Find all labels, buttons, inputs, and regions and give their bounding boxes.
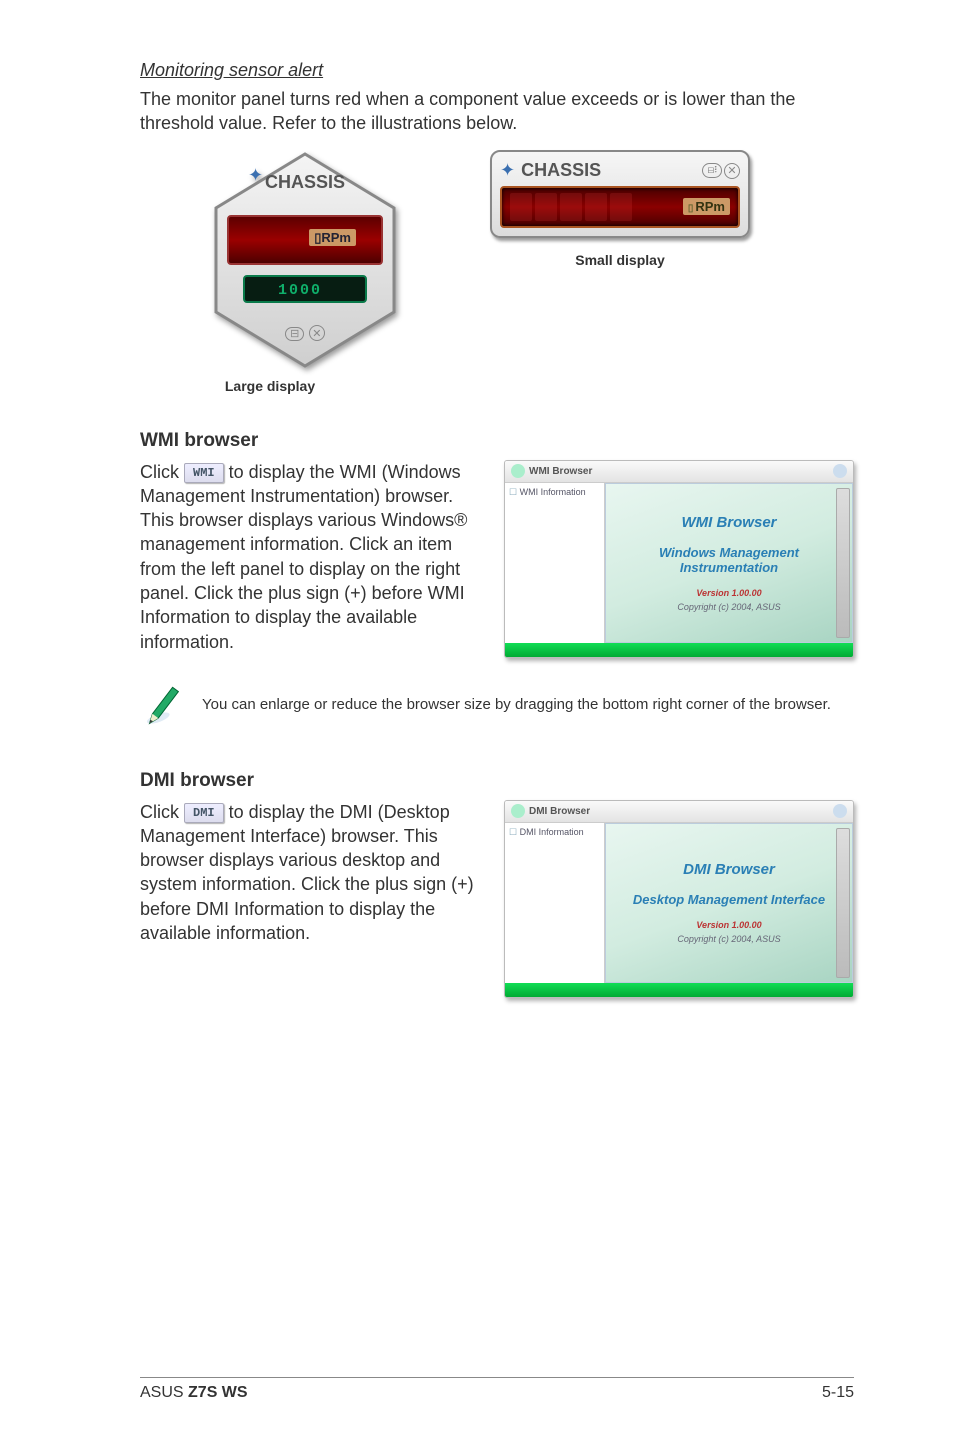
dmi-window-title: DMI Browser	[529, 806, 833, 817]
footer-page-number: 5-15	[822, 1384, 854, 1402]
note-text: You can enlarge or reduce the browser si…	[202, 695, 831, 715]
large-sensor-threshold: 1000	[278, 282, 322, 299]
dmi-version: Version 1.00.00	[696, 920, 761, 930]
small-sensor-unit: RPm	[683, 198, 730, 215]
wmi-text-after: to display the WMI (Windows Management I…	[140, 462, 467, 652]
wmi-content-subtitle: Windows Management Instrumentation	[614, 545, 844, 576]
small-sensor-readout: RPm	[500, 186, 740, 228]
dmi-window-titlebar: DMI Browser	[505, 801, 853, 823]
footer-left: ASUS Z7S WS	[140, 1384, 248, 1402]
dmi-section: Click DMI to display the DMI (Desktop Ma…	[140, 800, 854, 998]
window-resize-footer[interactable]	[505, 983, 853, 997]
wmi-tree-root[interactable]: WMI Information	[509, 487, 600, 498]
wmi-window-titlebar: WMI Browser	[505, 461, 853, 483]
page-footer: ASUS Z7S WS 5-15	[140, 1377, 854, 1402]
large-display-column: ✦ CHASSIS ▯RPm 1000 ⊟ ✕ Large display	[140, 150, 400, 394]
fan-icon: ✦	[500, 160, 515, 181]
small-sensor-widget: ✦ CHASSIS ⊟፧ ✕ RPm	[490, 150, 750, 238]
app-icon	[511, 464, 525, 478]
small-sensor-header: ✦ CHASSIS ⊟፧ ✕	[500, 156, 740, 186]
small-sensor-controls: ⊟፧ ✕	[702, 163, 740, 179]
dmi-description: Click DMI to display the DMI (Desktop Ma…	[140, 800, 474, 946]
wmi-copyright: Copyright (c) 2004, ASUS	[677, 602, 780, 612]
dmi-heading: DMI browser	[140, 770, 854, 792]
wmi-description: Click WMI to display the WMI (Windows Ma…	[140, 460, 474, 654]
large-display-caption: Large display	[225, 378, 315, 394]
dmi-content-title: DMI Browser	[683, 861, 775, 878]
alert-body-text: The monitor panel turns red when a compo…	[140, 87, 854, 136]
wmi-button[interactable]: WMI	[184, 463, 224, 483]
dmi-copyright: Copyright (c) 2004, ASUS	[677, 934, 780, 944]
sensor-displays-row: ✦ CHASSIS ▯RPm 1000 ⊟ ✕ Large display ✦ …	[140, 150, 854, 394]
large-sensor-widget: ✦ CHASSIS ▯RPm 1000 ⊟ ✕	[210, 150, 400, 370]
wmi-window-title: WMI Browser	[529, 466, 833, 477]
wmi-text-before: Click	[140, 462, 184, 482]
wmi-heading: WMI browser	[140, 430, 854, 452]
digit-segments	[510, 193, 675, 221]
wmi-content-title: WMI Browser	[681, 514, 776, 531]
small-display-column: ✦ CHASSIS ⊟፧ ✕ RPm Small display	[490, 150, 750, 268]
small-sensor-label: CHASSIS	[521, 160, 696, 181]
small-display-caption: Small display	[575, 252, 664, 268]
close-icon[interactable]: ✕	[724, 163, 740, 179]
footer-brand: ASUS	[140, 1384, 188, 1401]
wmi-section: Click WMI to display the WMI (Windows Ma…	[140, 460, 854, 658]
window-close-icon[interactable]	[833, 804, 847, 818]
dmi-tree-root[interactable]: DMI Information	[509, 827, 600, 838]
wmi-browser-window: WMI Browser WMI Information WMI Browser …	[504, 460, 854, 658]
wmi-content-panel: WMI Browser Windows Management Instrumen…	[605, 483, 853, 643]
window-resize-footer[interactable]	[505, 643, 853, 657]
dmi-tree-panel[interactable]: DMI Information	[505, 823, 605, 983]
wmi-tree-panel[interactable]: WMI Information	[505, 483, 605, 643]
dmi-content-subtitle: Desktop Management Interface	[633, 892, 825, 908]
note-callout: You can enlarge or reduce the browser si…	[140, 682, 854, 742]
large-sensor-label: CHASSIS	[210, 172, 400, 193]
dmi-text-before: Click	[140, 802, 184, 822]
large-sensor-unit: ▯RPm	[210, 230, 400, 246]
dmi-browser-window: DMI Browser DMI Information DMI Browser …	[504, 800, 854, 998]
wmi-version: Version 1.00.00	[696, 588, 761, 598]
large-sensor-controls: ⊟ ✕	[210, 324, 400, 342]
app-icon	[511, 804, 525, 818]
dmi-content-panel: DMI Browser Desktop Management Interface…	[605, 823, 853, 983]
alert-section-title: Monitoring sensor alert	[140, 60, 854, 81]
pencil-icon	[135, 679, 189, 730]
expand-icon[interactable]: ⊟፧	[702, 163, 722, 178]
collapse-icon[interactable]: ⊟	[285, 327, 304, 341]
dmi-button[interactable]: DMI	[184, 803, 224, 823]
close-icon[interactable]: ✕	[309, 325, 325, 341]
footer-model: Z7S WS	[188, 1384, 248, 1401]
window-close-icon[interactable]	[833, 464, 847, 478]
